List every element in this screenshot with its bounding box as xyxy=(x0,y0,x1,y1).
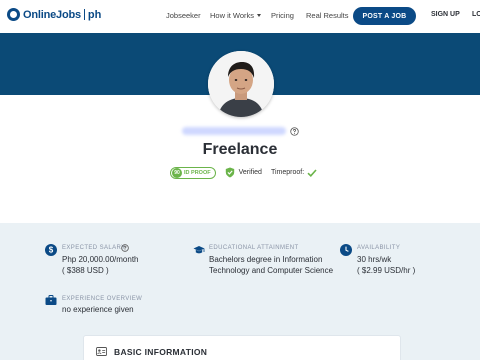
availability-value: 30 hrs/wk xyxy=(357,255,392,264)
nav-link-pricing[interactable]: Pricing xyxy=(271,11,294,20)
expected-salary-value: Php 20,000.00/month xyxy=(62,255,139,264)
availability-label: AVAILABILITY xyxy=(357,245,401,251)
sign-up-link[interactable]: SIGN UP xyxy=(431,11,460,18)
basic-information-title: BASIC INFORMATION xyxy=(114,347,208,357)
avatar xyxy=(208,51,274,117)
logo-icon xyxy=(7,8,20,21)
id-proof-score: 90 xyxy=(172,167,182,178)
post-a-job-button[interactable]: POST A JOB xyxy=(353,7,416,25)
availability-rate: ( $2.99 USD/hr ) xyxy=(357,266,416,275)
experience-label: EXPERIENCE OVERVIEW xyxy=(62,296,143,302)
id-proof-badge[interactable]: 90 ID PROOF xyxy=(170,166,216,179)
dollar-icon: $ xyxy=(45,244,57,256)
nav-link-jobseeker[interactable]: Jobseeker xyxy=(166,11,201,20)
help-icon[interactable] xyxy=(121,244,129,252)
clock-icon xyxy=(340,244,352,256)
nav-link-how-it-works-label: How it Works xyxy=(210,11,255,20)
verification-badges: 90 ID PROOF Verified Timeproof: xyxy=(170,166,317,179)
profile-title: Freelance xyxy=(202,141,278,158)
verified-label: Verified xyxy=(238,169,262,176)
logo-text: OnlineJobs xyxy=(23,8,81,21)
help-icon[interactable] xyxy=(290,127,299,136)
logo-divider xyxy=(83,9,85,20)
nav-link-how-it-works[interactable]: How it Works xyxy=(210,11,262,20)
svg-text:$: $ xyxy=(49,246,54,255)
experience-value: no experience given xyxy=(62,305,134,314)
login-link[interactable]: LO xyxy=(472,11,480,18)
id-card-icon xyxy=(96,347,107,356)
logo-suffix: ph xyxy=(87,8,102,21)
blurred-email xyxy=(182,127,286,135)
avatar-photo xyxy=(208,51,274,117)
expected-salary-label: EXPECTED SALARY xyxy=(62,245,126,251)
education-value: Bachelors degree in Information Technolo… xyxy=(209,255,334,275)
logo[interactable]: OnlineJobs ph xyxy=(7,8,101,21)
top-nav: OnlineJobs ph Jobseeker How it Works Pri… xyxy=(0,0,480,33)
nav-link-real-results[interactable]: Real Results xyxy=(306,11,349,20)
graduation-cap-icon xyxy=(193,246,205,254)
chevron-down-icon xyxy=(257,14,262,17)
briefcase-icon xyxy=(45,295,57,305)
check-icon xyxy=(307,168,317,177)
timeproof-label: Timeproof: xyxy=(270,169,305,176)
shield-check-icon xyxy=(225,167,234,178)
id-proof-label: ID PROOF xyxy=(184,169,211,176)
education-label: EDUCATIONAL ATTAINMENT xyxy=(209,245,299,251)
expected-salary-usd: ( $388 USD ) xyxy=(62,266,109,275)
